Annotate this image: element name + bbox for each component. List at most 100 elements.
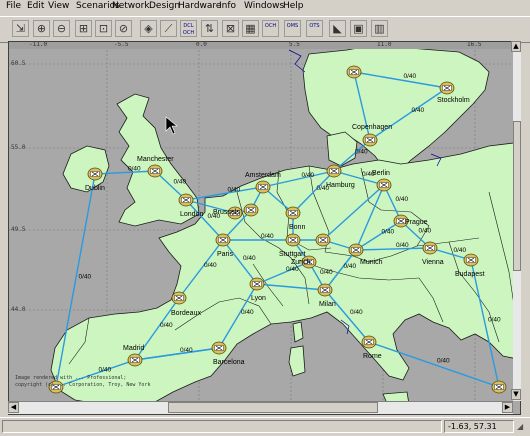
- link-capacity-label: 0/40: [396, 242, 409, 249]
- oms-layer-button[interactable]: OMS: [284, 20, 301, 37]
- och-button[interactable]: DCL OCH: [180, 20, 197, 37]
- link-capacity-label: 0/40: [404, 73, 417, 80]
- link-capacity-label: 0/40: [174, 179, 187, 186]
- status-message-panel: [2, 420, 442, 433]
- city-label: Stockholm: [437, 97, 470, 104]
- och-icon: DCL OCH: [182, 23, 195, 36]
- node-south[interactable]: [491, 380, 507, 394]
- link-capacity-label: 0/40: [261, 233, 274, 240]
- zoom-out-icon: ⊖: [56, 22, 67, 35]
- vertical-scrollbar[interactable]: ▲ ▼: [511, 41, 521, 401]
- menu-file[interactable]: File: [6, 1, 21, 11]
- city-label: London: [180, 211, 203, 218]
- zoom-area-icon: ⊞: [78, 22, 89, 35]
- link-capacity-label: 0/40: [180, 347, 193, 354]
- report-button[interactable]: ▣: [350, 20, 367, 37]
- menu-design[interactable]: Design: [149, 1, 180, 11]
- city-label: Brussels: [213, 209, 240, 216]
- city-label: Copenhagen: [352, 124, 392, 131]
- zoom-out-button[interactable]: ⊖: [53, 20, 70, 37]
- city-label: Paris: [217, 251, 233, 258]
- menu-windows[interactable]: Windows: [244, 1, 284, 11]
- link-capacity-label: 0/40: [79, 274, 92, 281]
- link-capacity-label: 0/40: [99, 367, 112, 374]
- select-icon: ⇲: [15, 22, 26, 35]
- select-tool-button[interactable]: ⇲: [12, 20, 29, 37]
- top-ruler-tick: -11.0: [29, 41, 48, 48]
- link-capacity-label: 0/40: [355, 149, 368, 156]
- network-map[interactable]: 0/40 0/40 0/40 0/40 0/40 0/40 0/40 0/40 0/40 0/40…: [9, 42, 521, 415]
- city-label: Barcelona: [213, 359, 245, 366]
- city-label: Manchester: [137, 156, 174, 163]
- link-capacity-label: 0/40: [320, 269, 333, 276]
- top-ruler-tick: -5.5: [114, 41, 129, 48]
- connect-button[interactable]: ⇅: [201, 20, 218, 37]
- tool-button[interactable]: ▥: [371, 20, 388, 37]
- add-link-icon: ⟋: [164, 22, 173, 35]
- zoom-in-button[interactable]: ⊕: [33, 20, 50, 37]
- och-layer-button[interactable]: OCH: [262, 20, 279, 37]
- left-ruler-tick: 44.0: [11, 306, 26, 313]
- scroll-down-button[interactable]: ▼: [511, 389, 521, 400]
- link-capacity-label: 0/40: [241, 309, 254, 316]
- link-capacity-label: 0/40: [204, 262, 217, 269]
- link-capacity-label: 0/40: [128, 166, 141, 173]
- node-nuremberg[interactable]: [315, 233, 331, 247]
- city-label: Vienna: [422, 259, 444, 266]
- cross-connect-icon: ⊠: [225, 22, 236, 35]
- menu-info[interactable]: Info: [219, 1, 236, 11]
- menu-network[interactable]: Network: [112, 1, 150, 11]
- link-capacity-label: 0/40: [160, 322, 173, 329]
- top-ruler-tick: 0.0: [196, 41, 207, 48]
- route-button[interactable]: ◣: [329, 20, 346, 37]
- ots-layer-button[interactable]: OTS: [306, 20, 323, 37]
- link-capacity-label: 0/40: [302, 172, 315, 179]
- horizontal-scroll-thumb[interactable]: [168, 402, 378, 413]
- cross-connect-button[interactable]: ⊠: [222, 20, 239, 37]
- link-capacity-label: 0/40: [243, 255, 256, 262]
- city-label: Prague: [405, 219, 428, 226]
- scroll-left-button[interactable]: ◀: [8, 402, 19, 413]
- menu-view[interactable]: View: [48, 1, 69, 11]
- menu-hardware[interactable]: Hardware: [178, 1, 221, 11]
- city-label: Budapest: [455, 271, 485, 278]
- left-ruler-tick: 49.5: [11, 226, 26, 233]
- horizontal-scrollbar[interactable]: ◀ ▶: [8, 401, 513, 414]
- vertical-scroll-thumb[interactable]: [513, 121, 521, 271]
- link-capacity-label: 0/40: [344, 263, 357, 270]
- menu-edit[interactable]: Edit: [27, 1, 44, 11]
- connect-icon: ⇅: [204, 22, 215, 35]
- menu-help[interactable]: Help: [283, 1, 304, 11]
- status-bar: -1.63, 57.31 ◢: [0, 417, 530, 436]
- left-ruler-tick: 55.0: [11, 144, 26, 151]
- grid-icon: ▦: [245, 22, 256, 35]
- link-capacity-label: 0/40: [396, 196, 409, 203]
- layer-icon: OCH: [264, 23, 277, 29]
- top-ruler: -11.0 -5.5 0.0 5.5 11.0 16.5: [9, 41, 520, 49]
- city-label: Rome: [363, 353, 382, 360]
- layer-icon: OTS: [309, 23, 320, 29]
- link-capacity-label: 0/40: [286, 266, 299, 273]
- link-capacity-label: 0/40: [412, 107, 425, 114]
- zoom-reset-button[interactable]: ⊘: [115, 20, 132, 37]
- link-capacity-label: 0/40: [419, 228, 432, 235]
- node-oslo[interactable]: [346, 65, 362, 79]
- add-link-button[interactable]: ⟋: [160, 20, 177, 37]
- top-ruler-tick: 16.5: [467, 41, 482, 48]
- tool-icon: ▥: [374, 22, 385, 35]
- sardinia-land: [288, 345, 306, 377]
- city-label: Lyon: [251, 295, 266, 302]
- city-label: Dublin: [85, 185, 105, 192]
- add-node-button[interactable]: ◈: [140, 20, 157, 37]
- menu-bar: File Edit View Scenarios Network Design Hardwa…: [0, 0, 530, 16]
- zoom-in-icon: ⊕: [36, 22, 47, 35]
- zoom-fit-button[interactable]: ⊡: [95, 20, 112, 37]
- city-label: Bonn: [289, 224, 305, 231]
- scroll-up-button[interactable]: ▲: [511, 41, 521, 52]
- scroll-right-button[interactable]: ▶: [502, 402, 513, 413]
- node-frankfurt[interactable]: [243, 203, 259, 217]
- grid-button[interactable]: ▦: [242, 20, 259, 37]
- zoom-area-button[interactable]: ⊞: [75, 20, 92, 37]
- map-canvas[interactable]: 0/40 0/40 0/40 0/40 0/40 0/40 0/40 0/40 0/40 0/40…: [8, 41, 521, 415]
- link-capacity-label: 0/40: [350, 309, 363, 316]
